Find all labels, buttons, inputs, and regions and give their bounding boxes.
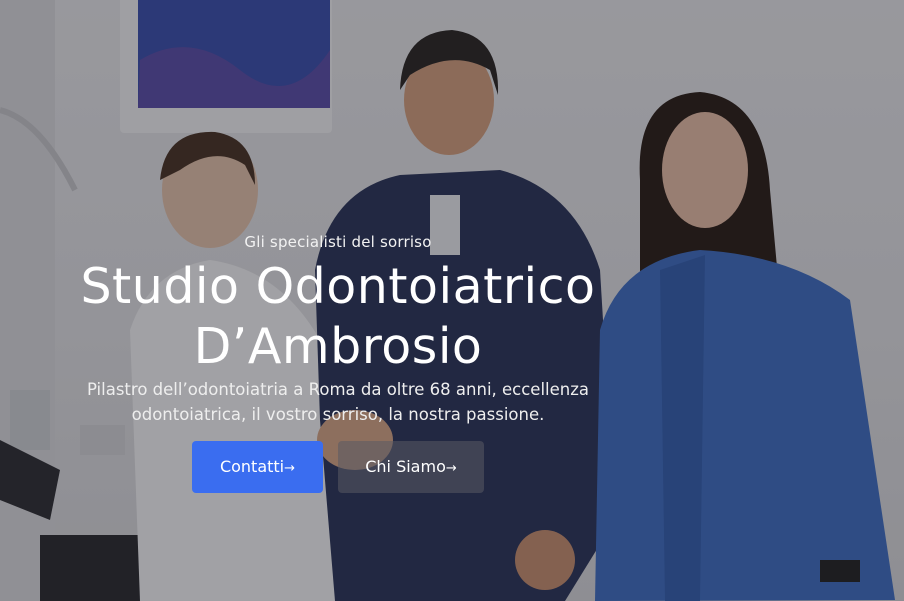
- arrow-right-icon: →: [445, 461, 457, 476]
- hero-subtitle-line-2: odontoiatrica, il vostro sorriso, la nos…: [131, 405, 545, 424]
- chi-siamo-button-label: Chi Siamo: [365, 457, 446, 476]
- contatti-button[interactable]: Contatti→: [192, 441, 323, 493]
- hero-section: Gli specialisti del sorriso Studio Odont…: [0, 0, 904, 601]
- hero-subtitle: Pilastro dell’odontoiatria a Roma da olt…: [40, 377, 636, 427]
- arrow-right-icon: →: [284, 461, 296, 476]
- hero-title-line-1: Studio Odontoiatrico: [80, 258, 596, 315]
- hero-content: Gli specialisti del sorriso Studio Odont…: [0, 0, 676, 601]
- hero-title-line-2: D’Ambrosio: [193, 318, 483, 375]
- hero-title: Studio Odontoiatrico D’Ambrosio: [0, 257, 676, 377]
- hero-subtitle-line-1: Pilastro dell’odontoiatria a Roma da olt…: [86, 380, 590, 399]
- chi-siamo-button[interactable]: Chi Siamo→: [338, 441, 484, 493]
- hero-eyebrow: Gli specialisti del sorriso: [244, 233, 432, 251]
- contatti-button-label: Contatti: [219, 457, 285, 476]
